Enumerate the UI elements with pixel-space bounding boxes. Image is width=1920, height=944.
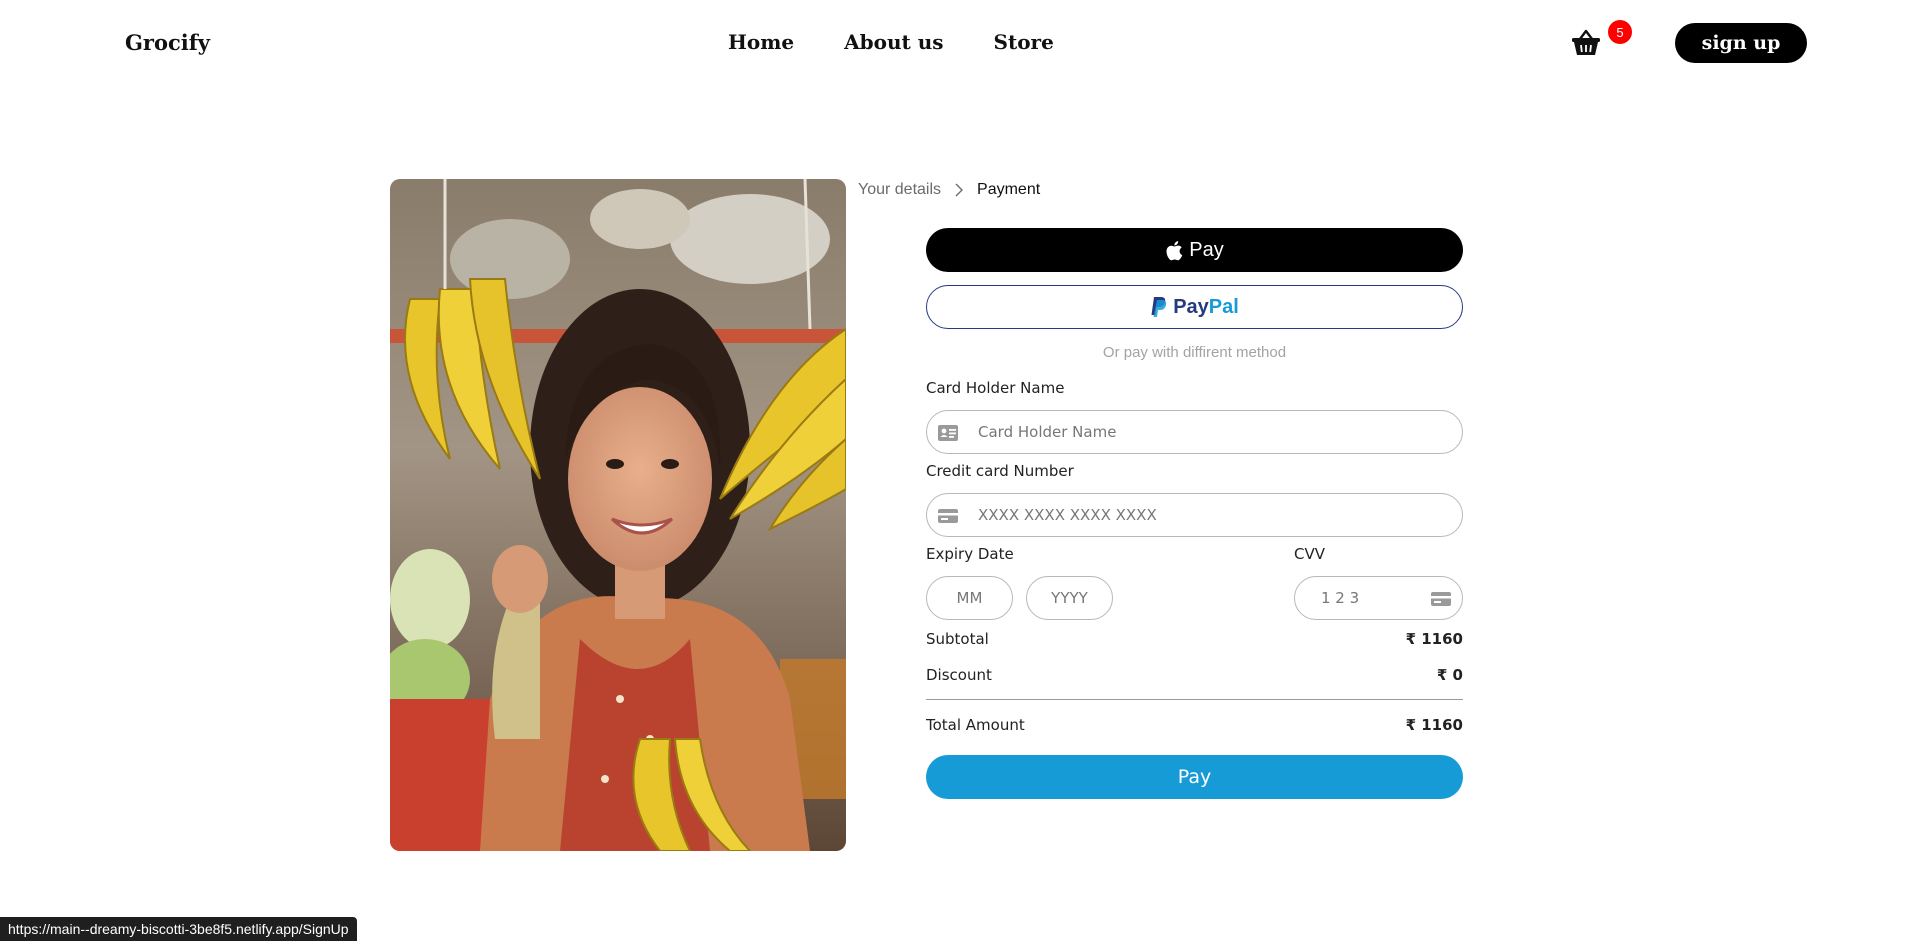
brand-logo[interactable]: Grocify — [125, 30, 210, 55]
card-number-label: Credit card Number — [926, 462, 1074, 480]
card-holder-label: Card Holder Name — [926, 379, 1065, 397]
discount-row: Discount ₹ 0 — [926, 666, 1463, 684]
basket-icon[interactable] — [1570, 28, 1604, 58]
signup-button[interactable]: sign up — [1675, 23, 1807, 63]
expiry-year-input[interactable] — [1027, 577, 1112, 619]
subtotal-value: ₹ 1160 — [1405, 630, 1463, 648]
paypal-label-pal: Pal — [1208, 295, 1239, 318]
expiry-month-input[interactable] — [927, 577, 1012, 619]
expiry-date-label: Expiry Date — [926, 545, 1014, 563]
link-preview-status: https://main--dreamy-biscotti-3be8f5.net… — [0, 917, 357, 941]
apple-pay-button[interactable]: Pay — [926, 228, 1463, 272]
cart-count-badge: 5 — [1608, 20, 1632, 44]
id-card-icon — [938, 425, 958, 441]
woman-with-bananas-photo — [390, 179, 846, 851]
credit-card-icon — [938, 509, 958, 523]
paypal-icon — [1151, 297, 1167, 317]
apple-icon — [1166, 240, 1183, 260]
credit-card-icon — [1431, 592, 1451, 606]
total-value: ₹ 1160 — [1405, 716, 1463, 734]
nav-about-link[interactable]: About us — [844, 30, 943, 54]
breadcrumb-payment: Payment — [977, 181, 1041, 198]
chevron-right-icon — [955, 183, 964, 197]
pay-button[interactable]: Pay — [926, 755, 1463, 799]
breadcrumb: Your details Payment — [858, 181, 1040, 199]
subtotal-label: Subtotal — [926, 630, 989, 648]
discount-value: ₹ 0 — [1436, 666, 1463, 684]
nav-home-link[interactable]: Home — [728, 30, 794, 54]
paypal-label-pay: Pay — [1173, 295, 1209, 318]
cvv-label: CVV — [1294, 545, 1325, 563]
alt-method-text: Or pay with diffirent method — [1102, 344, 1287, 361]
subtotal-row: Subtotal ₹ 1160 — [926, 630, 1463, 648]
card-holder-input[interactable] — [927, 411, 1462, 453]
main-nav: Home About us Store — [728, 30, 1054, 54]
summary-divider — [926, 699, 1463, 700]
discount-label: Discount — [926, 666, 992, 684]
total-label: Total Amount — [926, 716, 1025, 734]
breadcrumb-your-details[interactable]: Your details — [858, 181, 941, 199]
cvv-field — [1294, 576, 1463, 620]
card-number-field — [926, 493, 1463, 537]
nav-store-link[interactable]: Store — [994, 30, 1054, 54]
card-number-input[interactable] — [927, 494, 1462, 536]
card-holder-field — [926, 410, 1463, 454]
apple-pay-label: Pay — [1189, 238, 1224, 261]
expiry-month-field — [926, 576, 1013, 620]
paypal-button[interactable]: Pay Pal — [926, 285, 1463, 329]
expiry-year-field — [1026, 576, 1113, 620]
total-row: Total Amount ₹ 1160 — [926, 716, 1463, 734]
top-navbar: Grocify Home About us Store 5 sign up — [0, 0, 1920, 90]
